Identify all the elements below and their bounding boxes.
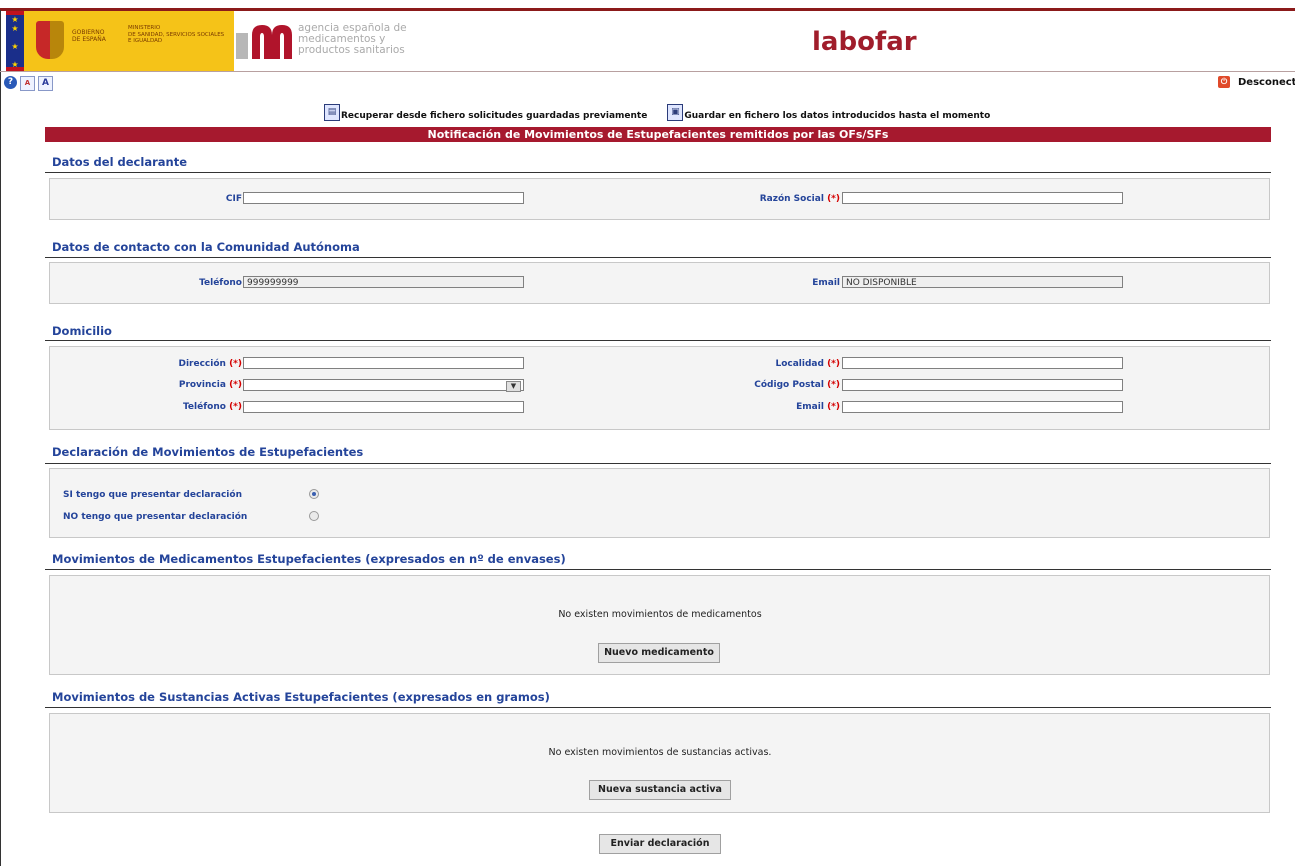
aemps-logo: agencia española de medicamentos y product… — [236, 11, 420, 71]
codigo-postal-label: Código Postal (*) — [754, 380, 840, 390]
section-declaracion-title: Declaración de Movimientos de Estupefaci… — [52, 445, 364, 459]
contacto-telefono-input[interactable]: 999999999 — [243, 276, 524, 288]
contacto-email-label: Email — [812, 278, 840, 288]
eu-flag-strip: ★ ★ ★ ★ — [6, 11, 24, 71]
open-file-icon: ▤ — [324, 104, 340, 121]
medicamentos-empty-message: No existen movimientos de medicamentos — [558, 609, 762, 620]
recover-file-link[interactable]: ▤ Recuperar desde fichero solicitudes gu… — [324, 104, 647, 121]
section-divider — [45, 172, 1271, 173]
help-icon[interactable]: ? — [4, 76, 17, 89]
section-divider — [45, 569, 1271, 570]
file-actions: ▤ Recuperar desde fichero solicitudes gu… — [324, 104, 990, 121]
telefono-input[interactable] — [243, 401, 524, 413]
accessibility-toolbar: ? A A — [4, 76, 53, 91]
cif-input[interactable] — [243, 192, 524, 204]
telefono-label: Teléfono (*) — [182, 402, 242, 412]
eu-stars-icon: ★ ★ ★ ★ — [6, 15, 24, 69]
email-input[interactable] — [842, 401, 1123, 413]
save-file-label: Guardar en fichero los datos introducido… — [684, 111, 991, 121]
sustancias-empty-message: No existen movimientos de sustancias act… — [548, 747, 772, 758]
codigo-postal-input[interactable] — [842, 379, 1123, 391]
no-declaracion-label: NO tengo que presentar declaración — [63, 512, 248, 522]
left-border — [0, 10, 1, 866]
save-file-link[interactable]: ▣ Guardar en fichero los datos introduci… — [667, 104, 990, 121]
enviar-declaracion-button[interactable]: Enviar declaración — [599, 834, 721, 854]
save-file-icon: ▣ — [667, 104, 684, 121]
razon-social-label: Razón Social (*) — [759, 194, 840, 204]
ministry-text: MINISTERIO DE SANIDAD, SERVICIOS SOCIALES… — [128, 25, 225, 44]
section-divider — [45, 340, 1271, 341]
localidad-input[interactable] — [842, 357, 1123, 369]
provincia-label: Provincia (*) — [178, 380, 242, 390]
email-label: Email (*) — [796, 402, 840, 412]
header-banner: ★ ★ ★ ★ GOBIERNO DE ESPAÑA MINISTERIO DE SANI… — [0, 11, 1295, 72]
aemps-mark-icon — [236, 25, 292, 59]
provincia-select[interactable]: ▼ — [243, 379, 524, 392]
razon-social-input[interactable] — [842, 192, 1123, 204]
section-contacto-title: Datos de contacto con la Comunidad Autón… — [52, 240, 360, 254]
form-title: Notificación de Movimientos de Estupefac… — [45, 127, 1271, 142]
power-icon: ⏻ — [1218, 76, 1230, 88]
section-divider — [45, 257, 1271, 258]
direccion-label: Dirección (*) — [178, 359, 242, 369]
government-logo: GOBIERNO DE ESPAÑA MINISTERIO DE SANIDAD, … — [24, 11, 234, 71]
section-medicamentos-title: Movimientos de Medicamentos Estupefacien… — [52, 552, 566, 566]
section-divider — [45, 707, 1271, 708]
contacto-email-input[interactable]: NO DISPONIBLE — [842, 276, 1123, 288]
gov-text: GOBIERNO DE ESPAÑA — [72, 29, 106, 43]
nueva-sustancia-button[interactable]: Nueva sustancia activa — [589, 780, 731, 800]
localidad-label: Localidad (*) — [775, 359, 840, 369]
nuevo-medicamento-button[interactable]: Nuevo medicamento — [598, 643, 720, 663]
aemps-text: agencia española de medicamentos y product… — [298, 22, 407, 56]
font-smaller-icon[interactable]: A — [20, 76, 35, 91]
recover-file-label: Recuperar desde fichero solicitudes guar… — [341, 111, 648, 121]
disconnect-label: Desconectar — [1238, 76, 1295, 88]
cif-label: CIF — [225, 194, 242, 204]
section-declarante-title: Datos del declarante — [52, 155, 187, 169]
font-larger-icon[interactable]: A — [38, 76, 53, 91]
panel-declaracion — [49, 468, 1270, 538]
section-domicilio-title: Domicilio — [52, 324, 112, 338]
si-declaracion-label: SI tengo que presentar declaración — [63, 490, 242, 500]
section-divider — [45, 463, 1271, 464]
chevron-down-icon[interactable]: ▼ — [506, 381, 521, 392]
disconnect-link[interactable]: ⏻ Desconectar — [1218, 76, 1295, 88]
contacto-telefono-label: Teléfono — [199, 278, 242, 288]
labofar-logo: labofar — [812, 27, 917, 57]
section-sustancias-title: Movimientos de Sustancias Activas Estupe… — [52, 690, 550, 704]
top-border — [0, 0, 1295, 11]
no-declaracion-radio[interactable] — [309, 511, 319, 521]
coat-of-arms-icon — [36, 21, 64, 59]
si-declaracion-radio[interactable] — [309, 489, 319, 499]
direccion-input[interactable] — [243, 357, 524, 369]
